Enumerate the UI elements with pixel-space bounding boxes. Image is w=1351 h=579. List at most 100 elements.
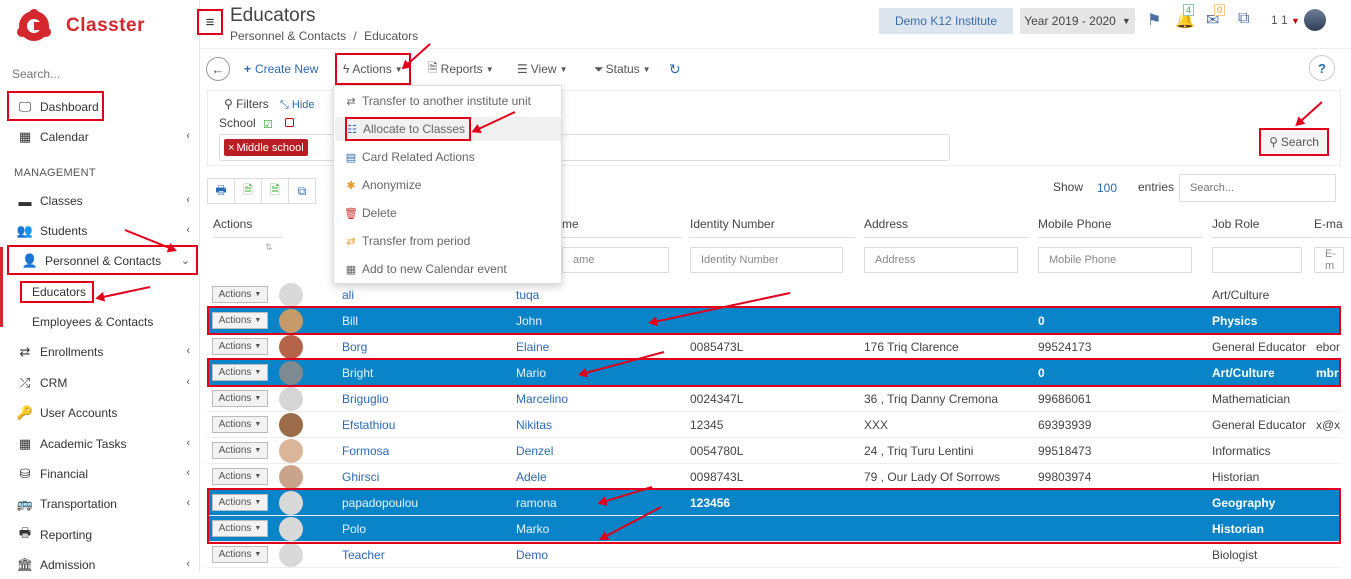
- menu-item-transfer-period[interactable]: ⇄ Transfer from period: [344, 229, 560, 253]
- sidebar-item-students[interactable]: 👥 Students ‹: [0, 217, 200, 245]
- menu-item-delete[interactable]: 🗑 Delete: [344, 201, 560, 225]
- first-name-link[interactable]: Nikitas: [516, 412, 676, 438]
- remove-tag-icon[interactable]: ×: [228, 142, 234, 154]
- sidebar-search-input[interactable]: [12, 66, 192, 82]
- column-header-first-name[interactable]: me: [562, 210, 682, 238]
- menu-item-label: Anonymize: [362, 178, 422, 192]
- table-row[interactable]: Actions ▼ Teacher Demo Biologist: [207, 542, 1341, 568]
- status-dropdown-button[interactable]: ⏷ Status ▼: [594, 55, 651, 83]
- sidebar-item-crm[interactable]: ⤮ CRM ‹: [0, 369, 200, 397]
- sidebar-sub-educators[interactable]: Educators: [20, 281, 95, 303]
- excel-icon[interactable]: 🗎: [234, 178, 262, 204]
- sidebar-item-financial[interactable]: ⛁ Financial ‹: [0, 460, 200, 488]
- row-actions-button[interactable]: Actions ▼: [212, 546, 268, 563]
- menu-item-transfer-institute[interactable]: ⇄ Transfer to another institute unit: [344, 89, 560, 113]
- page-size-select[interactable]: 100: [1097, 181, 1117, 195]
- row-actions-button[interactable]: Actions ▼: [212, 416, 268, 433]
- menu-item-allocate-classes[interactable]: ☷ Allocate to Classes: [335, 117, 561, 141]
- filter-identity-input[interactable]: Identity Number: [690, 247, 843, 273]
- table-row[interactable]: Actions ▼ Borg Elaine 0085473L 176 Triq Clare…: [207, 334, 1341, 360]
- sidebar-item-user-accounts[interactable]: 🔑 User Accounts: [0, 399, 200, 427]
- column-header-mobile[interactable]: Mobile Phone: [1038, 210, 1203, 238]
- table-row[interactable]: Actions ▼ Briguglio Marcelino 0024347L 36 , T…: [207, 386, 1341, 412]
- filter-tag[interactable]: × Middle school: [224, 139, 308, 156]
- refresh-button[interactable]: ↻: [669, 55, 681, 83]
- flag-icon[interactable]: ⚑: [1147, 10, 1161, 30]
- column-header-actions[interactable]: Actions: [213, 210, 283, 238]
- last-name-link[interactable]: Teacher: [342, 542, 492, 568]
- sort-icon[interactable]: ⇅: [265, 242, 273, 253]
- column-header-email[interactable]: E-ma: [1314, 210, 1351, 238]
- user-label[interactable]: 1 1 ▼: [1271, 13, 1300, 27]
- sidebar-item-classes[interactable]: ▬ Classes ‹: [0, 187, 200, 215]
- sidebar-item-transportation[interactable]: 🚌 Transportation ‹: [0, 490, 200, 518]
- filter-job-role-input[interactable]: [1212, 247, 1302, 273]
- check-all-icon[interactable]: ☑: [263, 118, 273, 131]
- table-search-input[interactable]: [1179, 174, 1336, 202]
- hide-filters-link[interactable]: ⤡ Hide: [280, 99, 315, 112]
- first-name-link[interactable]: Demo: [516, 542, 676, 568]
- sidebar-item-reporting[interactable]: 🖶 Reporting: [0, 521, 200, 549]
- sidebar-item-calendar[interactable]: ▦ Calendar ‹: [0, 123, 200, 151]
- last-name-link[interactable]: Borg: [342, 334, 492, 360]
- mobile-cell: [1038, 282, 1203, 308]
- sidebar-sub-employees[interactable]: Employees & Contacts: [32, 311, 153, 333]
- first-name-link[interactable]: Marcelino: [516, 386, 676, 412]
- layers-icon[interactable]: ⧉: [1238, 10, 1249, 28]
- back-button[interactable]: ←: [206, 57, 230, 81]
- menu-item-anonymize[interactable]: ✱ Anonymize: [344, 173, 560, 197]
- reports-dropdown-button[interactable]: 🗎 Reports ▼: [428, 55, 494, 83]
- column-header-identity[interactable]: Identity Number: [690, 210, 855, 238]
- csv-icon[interactable]: 🗎: [261, 178, 289, 204]
- row-actions-button[interactable]: Actions ▼: [212, 390, 268, 407]
- breadcrumb-item[interactable]: Personnel & Contacts: [230, 29, 346, 43]
- last-name-link[interactable]: Efstathiou: [342, 412, 492, 438]
- last-name-link[interactable]: Ghirsci: [342, 464, 492, 490]
- year-label: Year 2019 - 2020: [1024, 14, 1116, 28]
- user-avatar[interactable]: [1304, 9, 1326, 31]
- row-actions-button[interactable]: Actions ▼: [212, 286, 268, 303]
- chevron-down-icon: ⌄: [180, 255, 190, 267]
- logo[interactable]: Classter: [16, 8, 145, 44]
- table-row[interactable]: Actions ▼ Efstathiou Nikitas 12345 XXX 6939393…: [207, 412, 1341, 438]
- mail-icon[interactable]: ✉ 0: [1206, 4, 1226, 30]
- sidebar-item-academic-tasks[interactable]: ▦ Academic Tasks ‹: [0, 430, 200, 458]
- filter-email-input[interactable]: E-m: [1314, 247, 1344, 273]
- row-actions-button[interactable]: Actions ▼: [212, 442, 268, 459]
- last-name-link[interactable]: Briguglio: [342, 386, 492, 412]
- table-row[interactable]: Actions ▼ Formosa Denzel 0054780L 24 , Triq T…: [207, 438, 1341, 464]
- hamburger-menu-button[interactable]: ≡: [197, 9, 223, 35]
- actions-dropdown-button[interactable]: ϟ Actions ▼: [335, 53, 411, 85]
- column-header-job-role[interactable]: Job Role: [1212, 210, 1312, 238]
- first-name-link[interactable]: Denzel: [516, 438, 676, 464]
- last-name-link[interactable]: ali: [342, 282, 492, 308]
- institute-button[interactable]: Demo K12 Institute: [879, 8, 1013, 34]
- table-row[interactable]: Actions ▼ Ghirsci Adele 0098743L 79 , Our Lad…: [207, 464, 1341, 490]
- first-name-link[interactable]: tuqa: [516, 282, 676, 308]
- caret-down-icon: ▼: [254, 473, 262, 480]
- filter-search-button[interactable]: ⚲ Search: [1259, 128, 1329, 156]
- filter-mobile-input[interactable]: Mobile Phone: [1038, 247, 1192, 273]
- last-name-link[interactable]: Formosa: [342, 438, 492, 464]
- clear-icon[interactable]: [285, 118, 294, 127]
- filter-first-name-input[interactable]: ame: [562, 247, 669, 273]
- create-new-button[interactable]: + Create New: [244, 55, 318, 83]
- column-header-address[interactable]: Address: [864, 210, 1029, 238]
- menu-item-card-actions[interactable]: ▤ Card Related Actions: [344, 145, 560, 169]
- sidebar-item-enrollments[interactable]: ⇄ Enrollments ‹: [0, 338, 200, 366]
- year-select[interactable]: Year 2019 - 2020 ▼: [1020, 8, 1135, 34]
- menu-item-calendar-event[interactable]: ▦ Add to new Calendar event: [344, 257, 560, 281]
- row-actions-button[interactable]: Actions ▼: [212, 338, 268, 355]
- copy-icon[interactable]: ⧉: [288, 178, 316, 204]
- school-filter-input[interactable]: × Middle school: [219, 134, 950, 161]
- crm-icon: ⤮: [19, 375, 31, 390]
- chevron-left-icon: ‹: [186, 497, 190, 509]
- filter-address-input[interactable]: Address: [864, 247, 1018, 273]
- row-actions-button[interactable]: Actions ▼: [212, 468, 268, 485]
- bell-icon[interactable]: 🔔 4: [1175, 4, 1195, 30]
- help-button[interactable]: ?: [1309, 55, 1335, 81]
- sidebar-item-dashboard[interactable]: 🖵 Dashboard: [0, 91, 200, 121]
- view-dropdown-button[interactable]: ☰ View ▼: [517, 55, 567, 83]
- print-icon[interactable]: 🖶: [207, 178, 235, 204]
- sidebar-item-admission[interactable]: 🏛 Admission ‹: [0, 551, 200, 579]
